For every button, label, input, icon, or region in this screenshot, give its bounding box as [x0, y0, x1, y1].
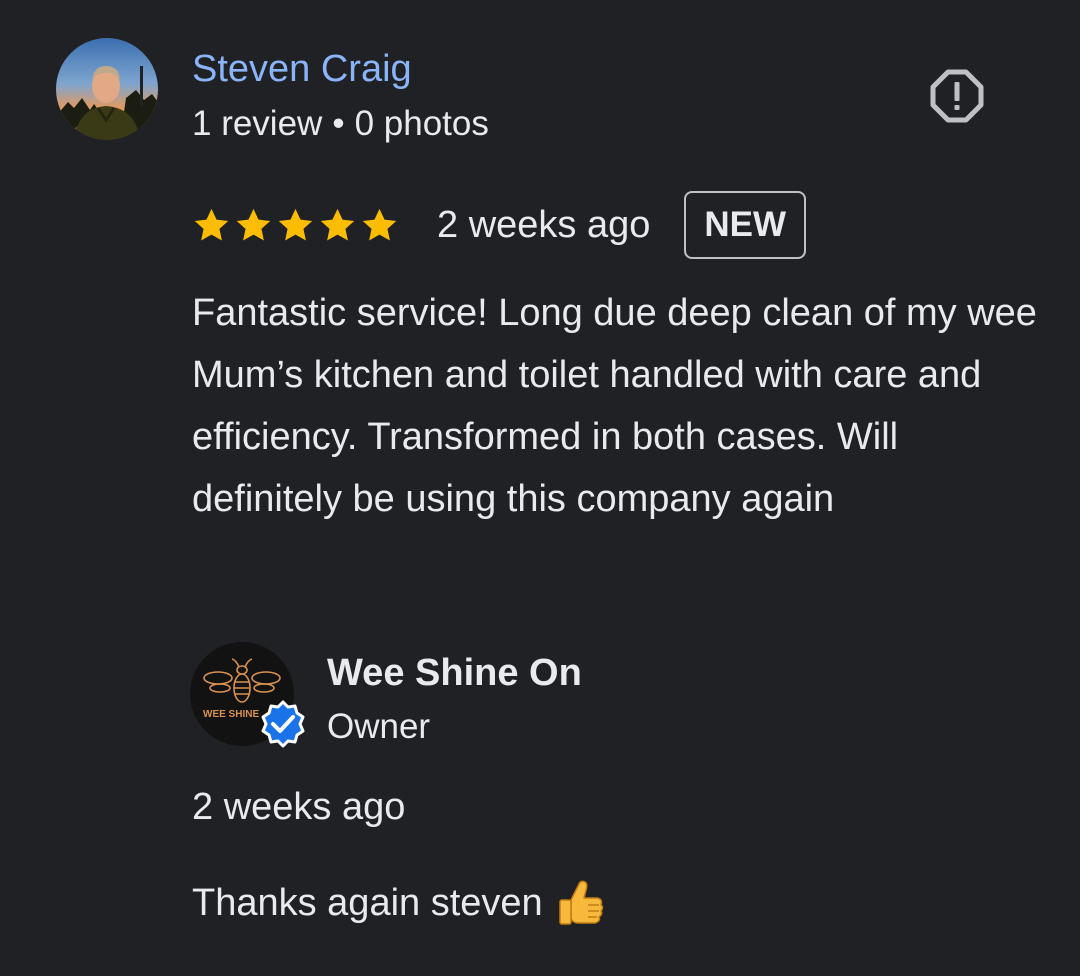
review-text: Fantastic service! Long due deep clean o…	[192, 292, 1037, 520]
reviewer-name[interactable]: Steven Craig	[192, 44, 412, 94]
owner-response-text: Thanks again steven	[192, 874, 605, 932]
report-flag-icon	[930, 69, 984, 123]
review-date: 2 weeks ago	[437, 203, 651, 246]
review-count: 1 review	[192, 104, 323, 143]
thumbs-up-icon	[557, 878, 605, 928]
owner-role: Owner	[327, 707, 431, 746]
star-icon	[236, 208, 271, 240]
new-badge: NEW	[684, 191, 807, 259]
report-review-button[interactable]	[924, 66, 990, 126]
verified-owner-icon	[258, 700, 308, 750]
rating-row: 2 weeks ago NEW	[192, 190, 807, 260]
star-icon	[278, 208, 313, 240]
star-icon	[362, 208, 397, 240]
photo-count: 0 photos	[354, 104, 489, 143]
meta-separator: •	[332, 104, 345, 143]
star-icon	[320, 208, 355, 240]
reviewer-avatar[interactable]	[56, 38, 158, 140]
response-message: Thanks again steven	[192, 882, 543, 924]
user-photo-avatar-icon	[56, 38, 158, 140]
owner-logo-text: WEE SHINE	[203, 709, 259, 720]
owner-name[interactable]: Wee Shine On	[327, 646, 582, 700]
star-icon	[194, 208, 229, 240]
review-card: Steven Craig 1 review • 0 photos 2 weeks a…	[0, 0, 1080, 976]
reviewer-stats: 1 review • 0 photos	[192, 100, 489, 148]
star-rating	[192, 206, 399, 245]
response-date: 2 weeks ago	[192, 786, 406, 828]
